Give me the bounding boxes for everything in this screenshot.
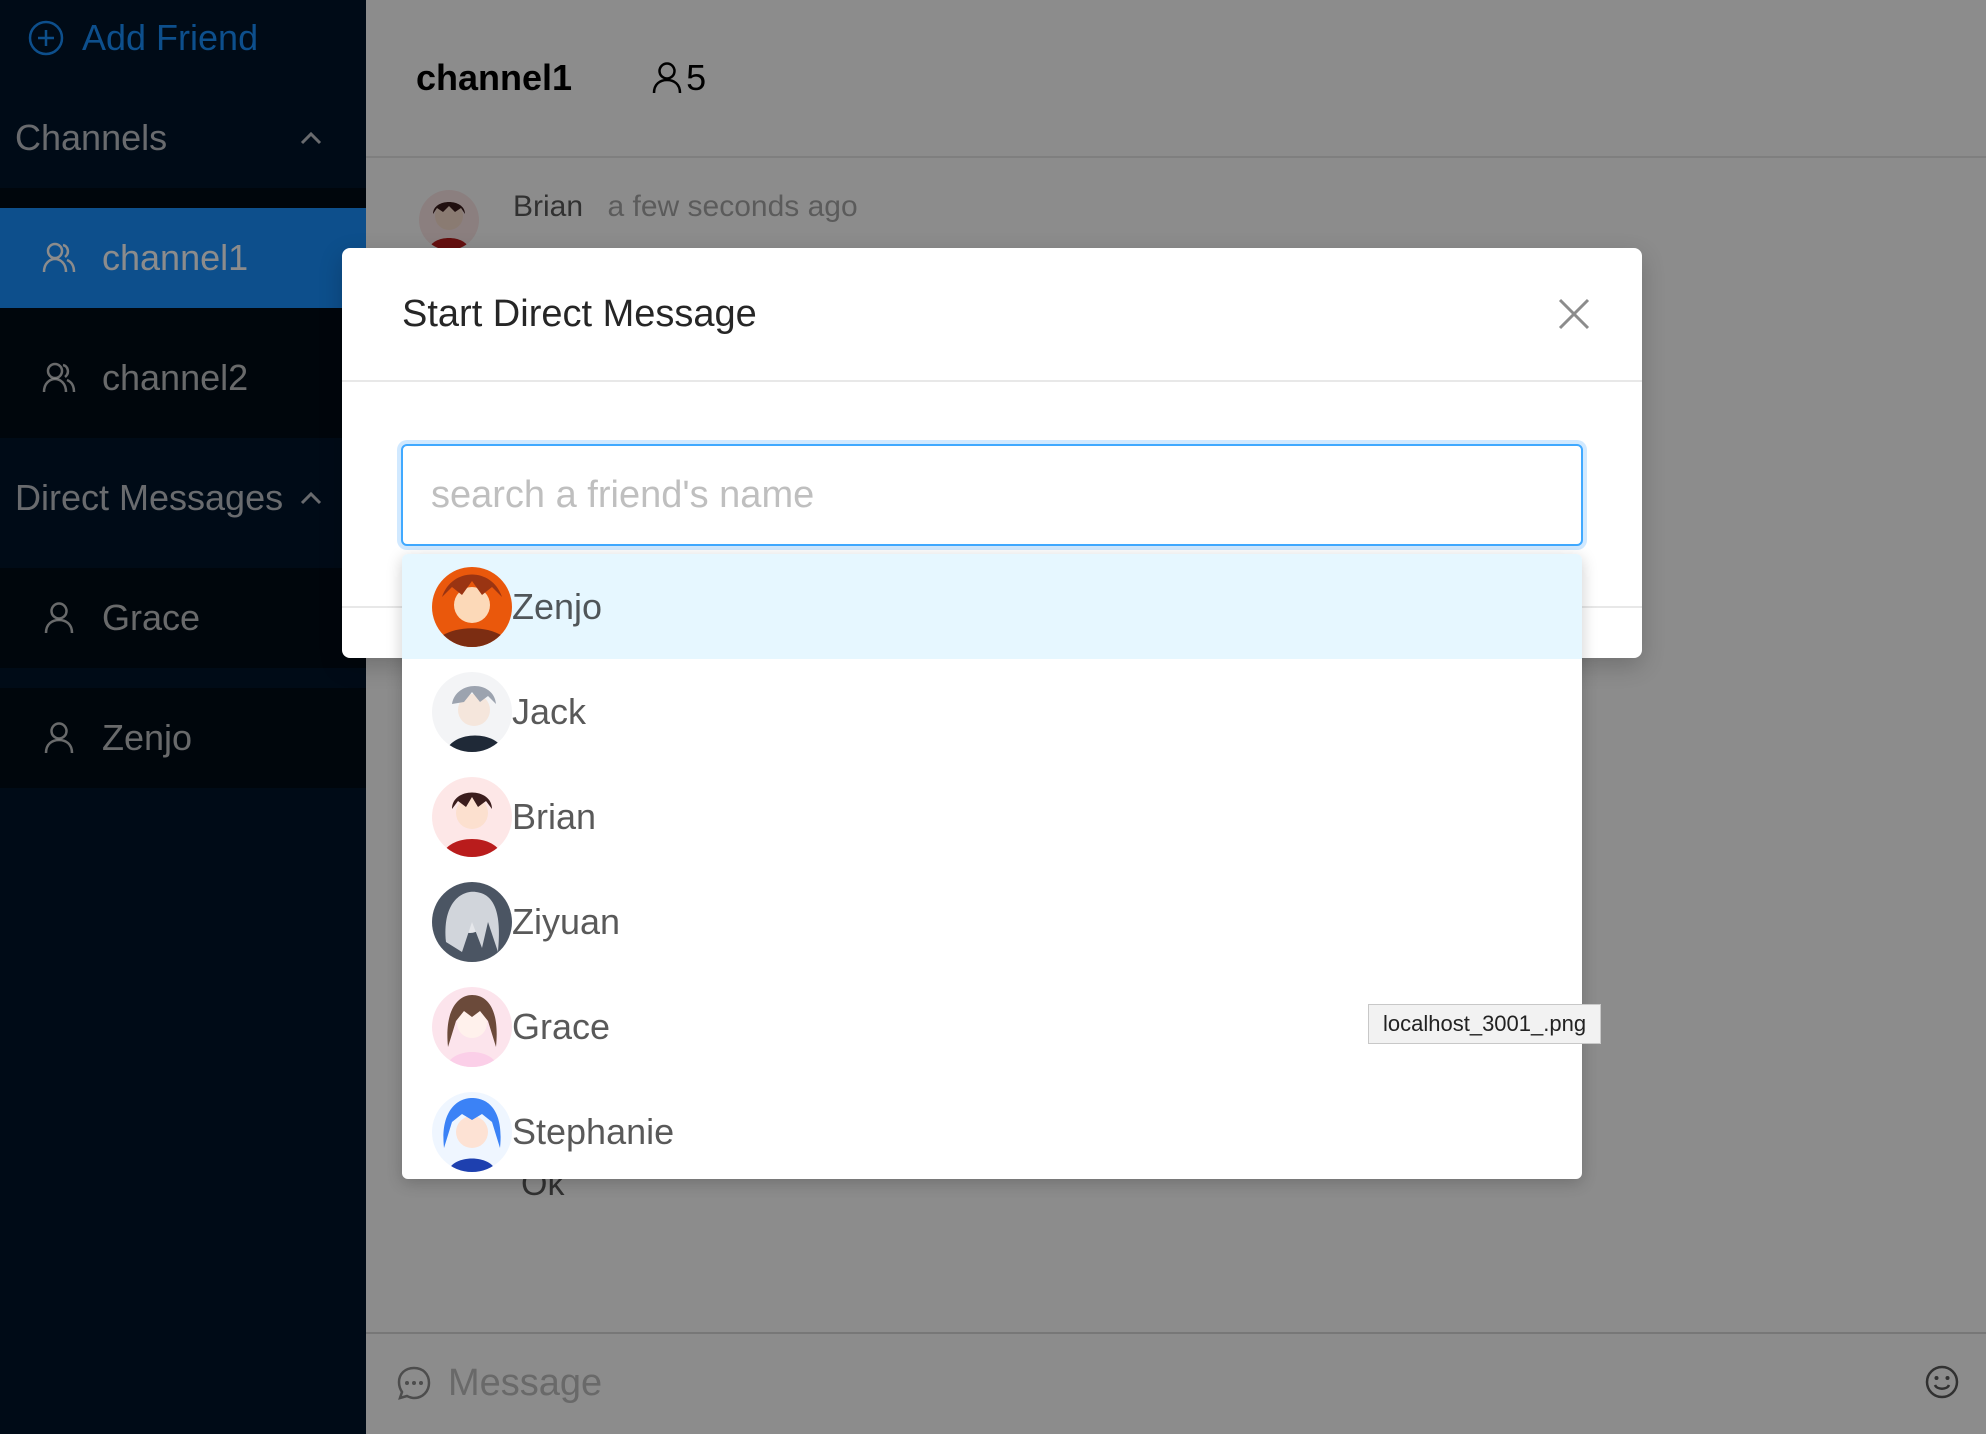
file-tooltip: localhost_3001_.png <box>1368 1004 1602 1044</box>
channels-label: Channels <box>15 117 168 158</box>
friend-name: Zenjo <box>512 585 603 627</box>
avatar <box>432 881 512 962</box>
sidebar-item-zenjo[interactable]: Zenjo <box>0 688 366 788</box>
sidebar-item-label: Zenjo <box>102 717 193 758</box>
add-friend-button[interactable]: Add Friend <box>28 17 259 58</box>
team-icon <box>42 242 76 273</box>
channels-section-header[interactable]: Channels <box>0 88 366 188</box>
friend-name: Brian <box>512 795 597 837</box>
avatar <box>432 1091 512 1172</box>
sidebar-item-channel2[interactable]: channel2 <box>0 328 366 428</box>
sidebar-item-label: Grace <box>102 597 201 638</box>
friend-name: Jack <box>512 690 587 732</box>
friend-name: Grace <box>512 1005 611 1047</box>
friend-option[interactable]: Brian <box>402 764 1582 869</box>
sidebar-item-label: channel1 <box>102 237 249 278</box>
sidebar-item-label: channel2 <box>102 357 249 398</box>
sidebar-item-grace[interactable]: Grace <box>0 568 366 668</box>
user-icon <box>44 602 74 634</box>
avatar <box>432 986 512 1067</box>
dm-section-header[interactable]: Direct Messages <box>0 448 366 548</box>
direct-messages-label: Direct Messages <box>15 477 284 518</box>
sidebar-item-channel1[interactable]: channel1 <box>0 208 366 308</box>
friend-option[interactable]: Jack <box>402 659 1582 764</box>
friend-name: Stephanie <box>512 1110 675 1152</box>
user-icon <box>44 722 74 754</box>
avatar <box>432 776 512 857</box>
friend-option[interactable]: Stephanie <box>402 1079 1582 1179</box>
friend-search-input[interactable] <box>401 444 1583 546</box>
team-icon <box>42 362 76 393</box>
sidebar: Add Friend Channels channel1 channel2 Di… <box>0 0 366 1434</box>
friend-dropdown: Zenjo Jack Brian Ziyuan Grace Stephanie <box>402 554 1582 1179</box>
chevron-up-icon <box>300 131 322 145</box>
friend-option[interactable]: Ziyuan <box>402 869 1582 974</box>
avatar <box>432 566 512 647</box>
plus-circle-icon <box>28 20 64 56</box>
friend-name: Ziyuan <box>512 900 621 942</box>
chevron-up-icon <box>300 491 322 505</box>
modal-title: Start Direct Message <box>402 292 757 335</box>
add-friend-label: Add Friend <box>82 17 259 58</box>
modal-header: Start Direct Message <box>342 248 1642 382</box>
avatar <box>432 671 512 752</box>
close-icon[interactable] <box>1556 296 1592 332</box>
friend-option[interactable]: Zenjo <box>402 554 1582 659</box>
